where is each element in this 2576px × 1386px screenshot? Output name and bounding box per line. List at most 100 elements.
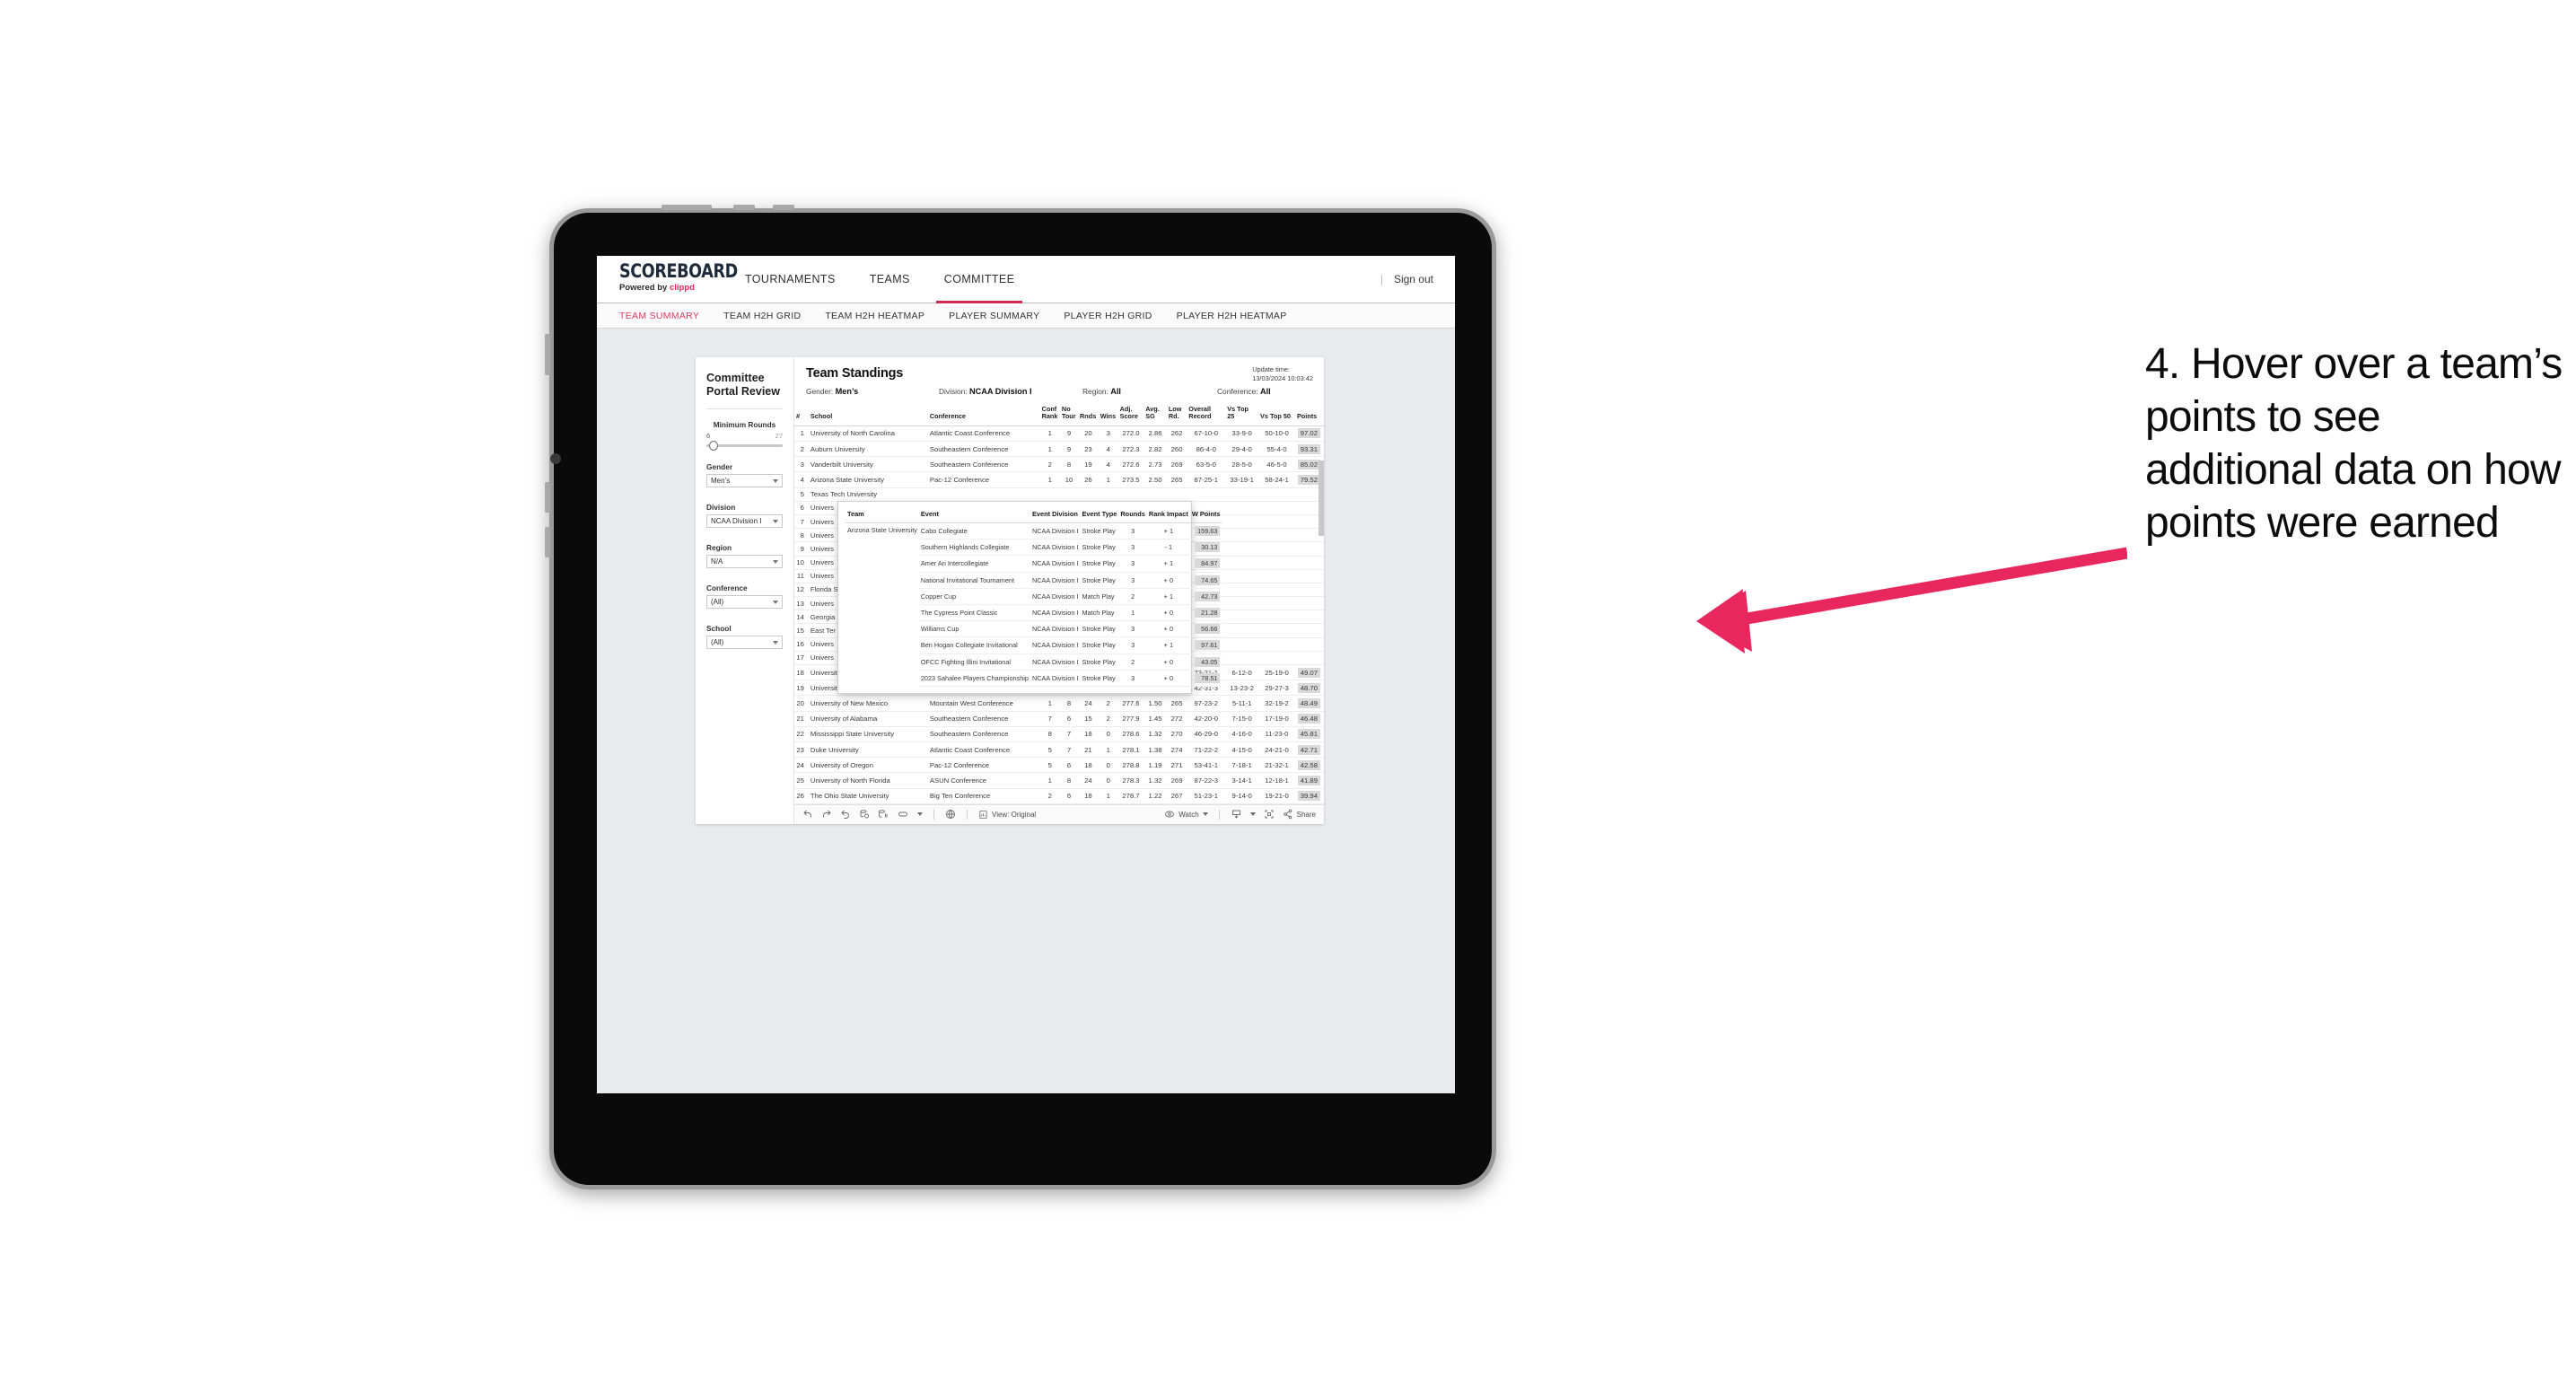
slider-handle[interactable] [708,441,718,451]
points-cell[interactable]: 39.94 [1294,788,1324,804]
overall-record-cell: 46-29-0 [1187,726,1226,742]
division-select[interactable]: NCAA Division I [706,514,783,528]
col-no-tour[interactable]: No Tour [1059,403,1079,426]
tooltip-rounds-cell: 3 [1118,670,1147,687]
vs-top-25-cell [1225,556,1259,570]
col-adj-score[interactable]: Adj. Score [1117,403,1144,426]
points-cell[interactable] [1294,596,1324,611]
gender-select[interactable]: Men’s [706,474,783,487]
nav-item-teams[interactable]: TEAMS [853,256,927,303]
col-conference[interactable]: Conference [927,403,1040,426]
points-cell[interactable] [1294,651,1324,666]
table-row[interactable]: 1 University of North Carolina Atlantic Co… [794,425,1324,443]
table-row[interactable]: 26 The Ohio State University Big Ten Confe… [794,788,1324,804]
minimum-rounds-slider[interactable] [706,441,783,451]
col-rnds[interactable]: Rnds [1078,403,1099,426]
points-cell[interactable] [1294,541,1324,557]
tab-team-h2h-grid[interactable]: TEAM H2H GRID [723,311,801,321]
adj-score-cell: 278.7 [1117,788,1144,804]
points-cell[interactable]: 49.07 [1294,664,1324,681]
table-row[interactable]: 20 University of New Mexico Mountain West … [794,695,1324,712]
refresh-data-icon[interactable] [859,809,870,820]
download-icon[interactable] [1231,809,1242,820]
col-rank[interactable]: # [794,403,809,426]
points-cell[interactable] [1294,569,1324,583]
points-cell[interactable]: 46.48 [1294,711,1324,727]
col-points[interactable]: Points [1294,403,1324,426]
nav-item-committee[interactable]: COMMITTEE [927,256,1032,303]
share-button[interactable]: Share [1283,809,1316,820]
table-row[interactable]: 5 Texas Tech University [794,487,1324,502]
col-wins[interactable]: Wins [1098,403,1118,426]
col-overall-record[interactable]: Overall Record [1187,403,1226,426]
criteria-division-label: Division: [939,387,968,396]
tab-player-summary[interactable]: PLAYER SUMMARY [949,311,1039,321]
tooltip-w-points-value: 74.65 [1195,575,1221,585]
col-vs-top-50[interactable]: Vs Top 50 [1258,403,1295,426]
points-cell[interactable] [1294,583,1324,598]
tooltip-team-cell: Arizona State University [847,526,917,535]
points-cell[interactable] [1294,610,1324,625]
points-cell[interactable]: 45.81 [1294,726,1324,742]
points-cell[interactable]: 97.02 [1294,425,1324,443]
col-avg-sg[interactable]: Avg. SG [1143,403,1167,426]
col-school[interactable]: School [808,403,928,426]
tab-team-summary[interactable]: TEAM SUMMARY [619,311,699,321]
col-conf-rank[interactable]: Conf Rank [1039,403,1060,426]
table-scrollbar[interactable] [1319,461,1324,536]
points-cell[interactable]: 93.31 [1294,441,1324,458]
points-cell[interactable]: 48.70 [1294,680,1324,697]
points-cell[interactable]: 42.71 [1294,741,1324,759]
table-row[interactable]: 25 University of North Florida ASUN Confer… [794,772,1324,789]
vs-top-25-cell: 33-9-0 [1225,425,1259,443]
points-cell[interactable]: 48.49 [1294,695,1324,712]
revert-icon[interactable] [840,809,851,820]
school-select[interactable]: (All) [706,636,783,649]
region-select[interactable]: N/A [706,555,783,568]
table-row[interactable]: 24 University of Oregon Pac-12 Conference 5… [794,757,1324,774]
vs-top-50-cell [1258,637,1295,652]
points-cell[interactable]: 41.89 [1294,772,1324,789]
table-row[interactable]: 21 University of Alabama Southeastern Conf… [794,711,1324,727]
col-low-rd[interactable]: Low Rd. [1166,403,1187,426]
avg-sg-cell: 2.86 [1143,425,1167,443]
table-row[interactable]: 3 Vanderbilt University Southeastern Confe… [794,456,1324,473]
tab-player-h2h-heatmap[interactable]: PLAYER H2H HEATMAP [1177,311,1287,321]
highlight-icon[interactable] [897,809,909,820]
table-row[interactable]: 2 Auburn University Southeastern Conferenc… [794,441,1324,458]
update-time-label: Update time: [1252,365,1291,373]
criteria-region-value: All [1110,387,1121,396]
tab-player-h2h-grid[interactable]: PLAYER H2H GRID [1064,311,1152,321]
brand-logo[interactable]: SCOREBOARD Powered by clippd [597,256,738,303]
points-cell[interactable] [1294,623,1324,638]
view-original-button[interactable]: View: Original [978,810,1036,820]
division-filter: Division NCAA Division I [706,503,783,528]
sign-out-link[interactable]: Sign out [1394,273,1433,285]
table-row[interactable]: 22 Mississippi State University Southeaste… [794,726,1324,742]
fullscreen-icon[interactable] [1264,809,1275,820]
tab-team-h2h-heatmap[interactable]: TEAM H2H HEATMAP [825,311,924,321]
points-value: 42.71 [1297,744,1320,755]
pause-auto-updates-icon[interactable] [878,809,889,820]
watch-dropdown-caret[interactable] [1202,812,1208,817]
points-cell[interactable]: 42.58 [1294,757,1324,774]
conf-rank-cell: 2 [1039,788,1060,804]
highlight-dropdown-caret[interactable] [917,812,923,817]
nav-item-tournaments[interactable]: TOURNAMENTS [728,256,853,303]
conference-select[interactable]: (All) [706,595,783,609]
points-cell[interactable] [1294,637,1324,652]
download-dropdown-caret[interactable] [1249,812,1256,817]
points-value: 46.48 [1297,714,1320,724]
undo-icon[interactable] [802,809,813,820]
watch-button[interactable]: Watch [1164,809,1208,820]
col-vs-top-25[interactable]: Vs Top 25 [1225,403,1259,426]
redo-icon[interactable] [821,809,832,820]
points-cell[interactable] [1294,556,1324,570]
tablet-top-button-2 [773,205,794,210]
wins-cell: 1 [1098,741,1118,759]
table-row[interactable]: 23 Duke University Atlantic Coast Conferen… [794,741,1324,759]
sub-nav: TEAM SUMMARY TEAM H2H GRID TEAM H2H HEAT… [597,303,1455,329]
tooltip-event-cell: 2023 Sahalee Players Championship [918,670,1030,687]
globe-icon[interactable] [945,809,956,820]
table-row[interactable]: 4 Arizona State University Pac-12 Conferen… [794,471,1324,488]
